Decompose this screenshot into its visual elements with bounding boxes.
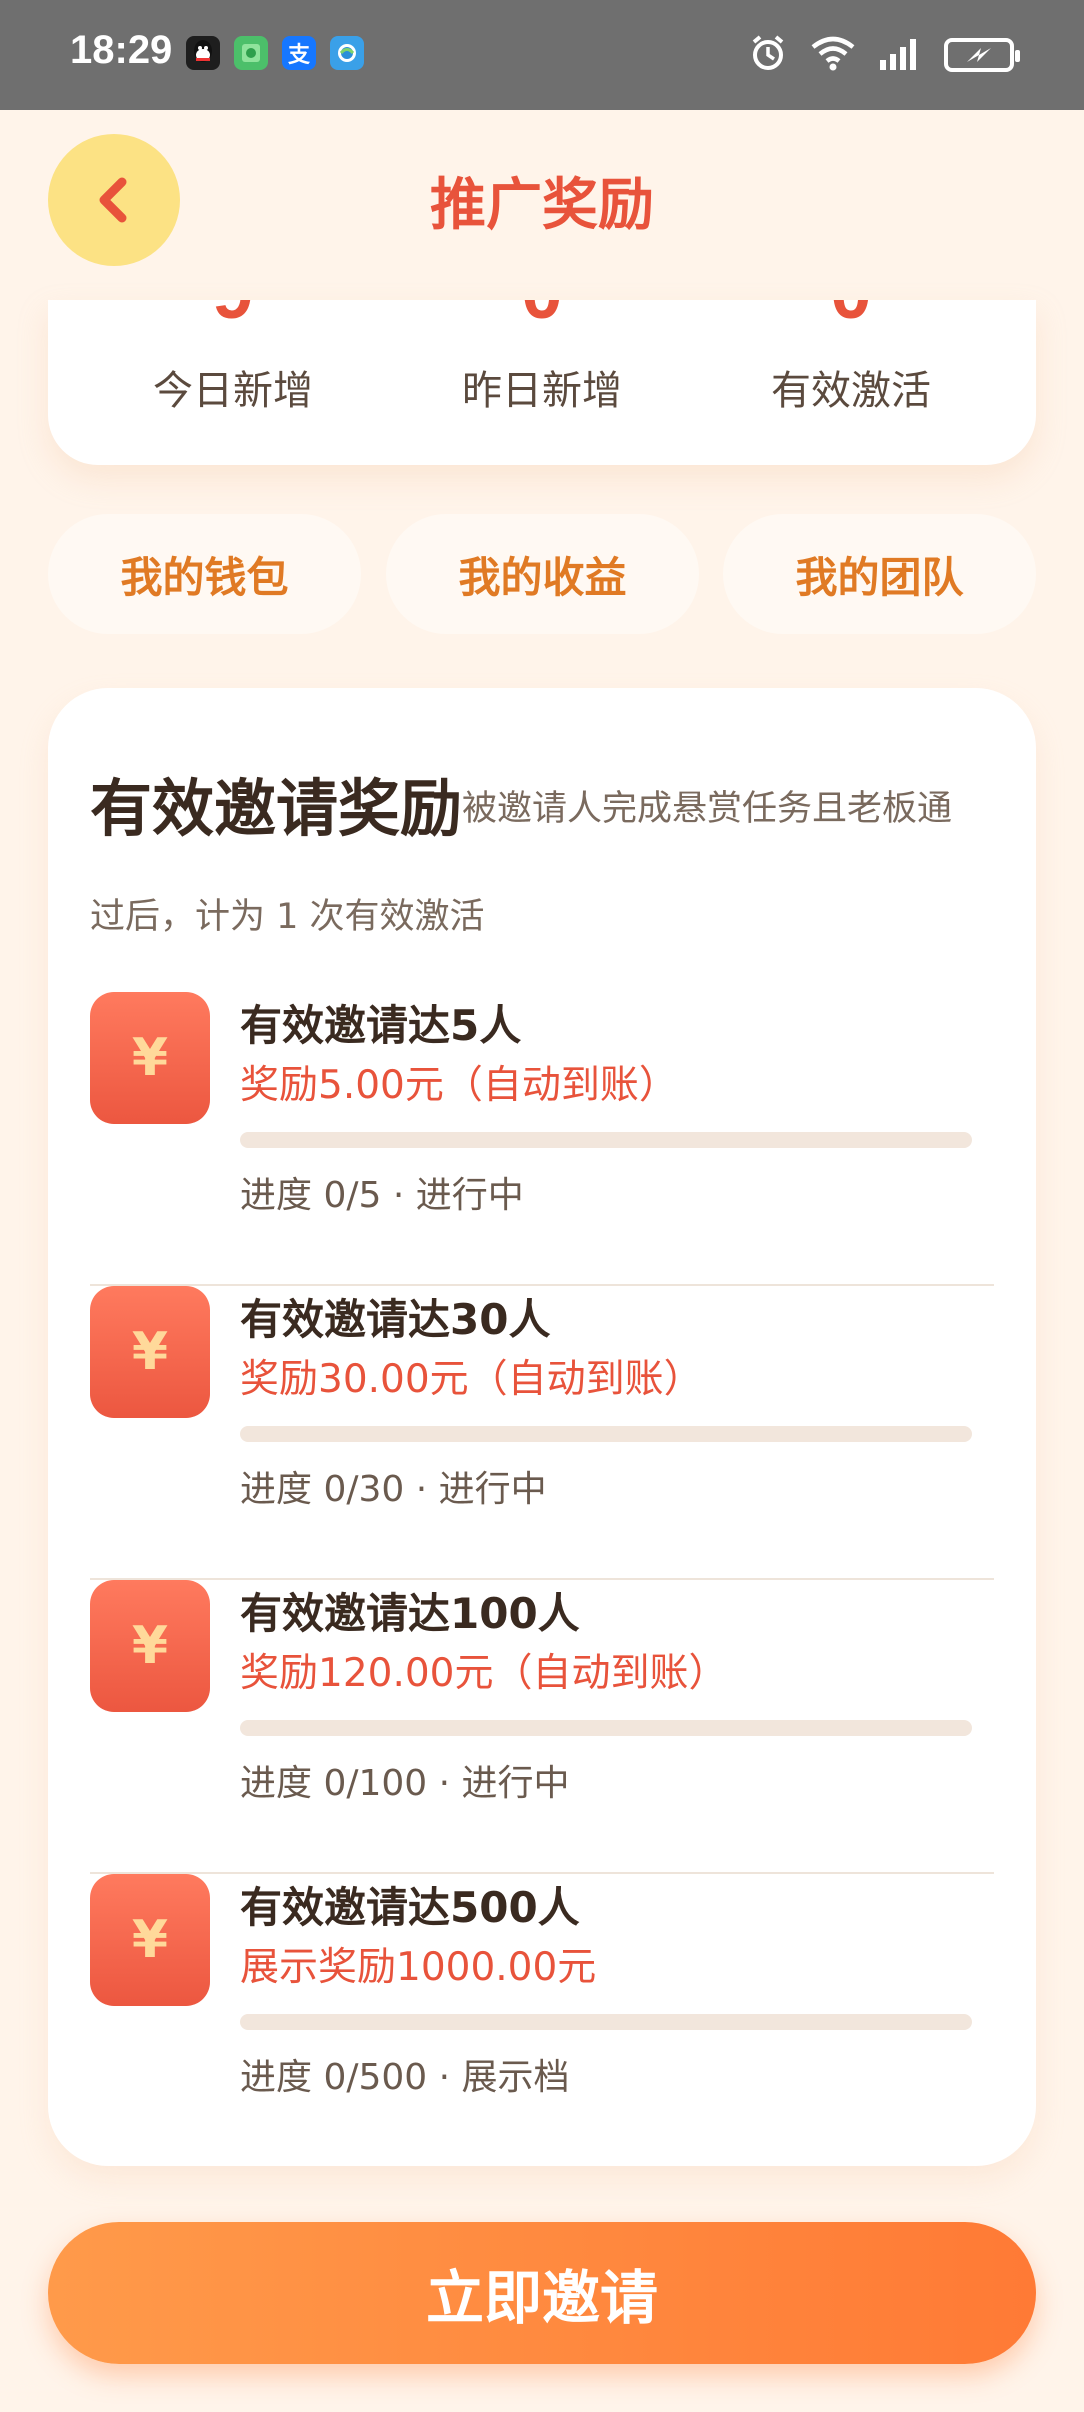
- tier-progress-bar: [240, 1720, 972, 1736]
- tier-reward: 奖励5.00元（自动到账）: [240, 1063, 678, 1108]
- reward-tier: ¥ 有效邀请达5人 奖励5.00元（自动到账） 进度 0/5 · 进行中: [90, 992, 994, 1286]
- game-icon: [234, 36, 268, 70]
- tier-name: 有效邀请达30人: [240, 1295, 551, 1344]
- tier-progress-text: 进度 0/100 · 进行中: [240, 1763, 570, 1804]
- header: 推广奖励: [0, 110, 1084, 300]
- reward-tier: ¥ 有效邀请达500人 展示奖励1000.00元 进度 0/500 · 展示档: [90, 1874, 994, 2168]
- qq-icon: [186, 36, 220, 70]
- tier-progress-text: 进度 0/5 · 进行中: [240, 1175, 524, 1216]
- stat-label: 有效激活: [771, 368, 931, 414]
- wallet-button[interactable]: 我的钱包: [48, 514, 361, 634]
- team-button[interactable]: 我的团队: [723, 514, 1036, 634]
- tier-progress-text: 进度 0/30 · 进行中: [240, 1469, 547, 1510]
- stat-value: 0: [387, 300, 697, 335]
- signal-icon: [878, 36, 922, 74]
- stat-label: 今日新增: [153, 368, 313, 414]
- red-envelope-icon: ¥: [90, 1286, 210, 1418]
- alarm-icon: [748, 33, 788, 77]
- red-envelope-icon: ¥: [90, 1874, 210, 2006]
- reward-tier: ¥ 有效邀请达30人 奖励30.00元（自动到账） 进度 0/30 · 进行中: [90, 1286, 994, 1580]
- battery-icon: [944, 38, 1020, 72]
- reward-section-description: 被邀请人完成悬赏任务且老板通: [462, 789, 953, 829]
- browser-icon: [330, 36, 364, 70]
- tier-reward: 展示奖励1000.00元: [240, 1945, 597, 1990]
- reward-section-description-cont: 过后，计为 1 次有效激活: [90, 897, 485, 937]
- stat-label: 昨日新增: [462, 368, 622, 414]
- stats-card: 9 今日新增 0 昨日新增 0 有效激活: [48, 300, 1036, 465]
- tier-progress-bar: [240, 1132, 972, 1148]
- reward-section-title: 有效邀请奖励: [90, 772, 463, 845]
- red-envelope-icon: ¥: [90, 1580, 210, 1712]
- earnings-button[interactable]: 我的收益: [386, 514, 699, 634]
- page-title: 推广奖励: [430, 173, 654, 238]
- wifi-icon: [810, 35, 856, 75]
- stat-value: 0: [696, 300, 1006, 335]
- tier-progress-bar: [240, 1426, 972, 1442]
- tier-progress-text: 进度 0/500 · 展示档: [240, 2057, 570, 2098]
- invite-now-button[interactable]: 立即邀请: [48, 2222, 1036, 2364]
- tier-progress-bar: [240, 2014, 972, 2030]
- tier-name: 有效邀请达5人: [240, 1001, 522, 1050]
- status-bar: 18:29 支: [0, 0, 1084, 110]
- alipay-icon: 支: [282, 36, 316, 70]
- tier-name: 有效邀请达500人: [240, 1883, 580, 1932]
- red-envelope-icon: ¥: [90, 992, 210, 1124]
- tier-name: 有效邀请达100人: [240, 1589, 580, 1638]
- tier-reward: 奖励120.00元（自动到账）: [240, 1651, 728, 1696]
- reward-card: 有效邀请奖励 被邀请人完成悬赏任务且老板通 过后，计为 1 次有效激活 ¥ 有效…: [48, 688, 1036, 2166]
- tier-reward: 奖励30.00元（自动到账）: [240, 1357, 703, 1402]
- status-time: 18:29: [70, 28, 173, 72]
- stat-value: 9: [78, 300, 388, 335]
- reward-tier: ¥ 有效邀请达100人 奖励120.00元（自动到账） 进度 0/100 · 进…: [90, 1580, 994, 1874]
